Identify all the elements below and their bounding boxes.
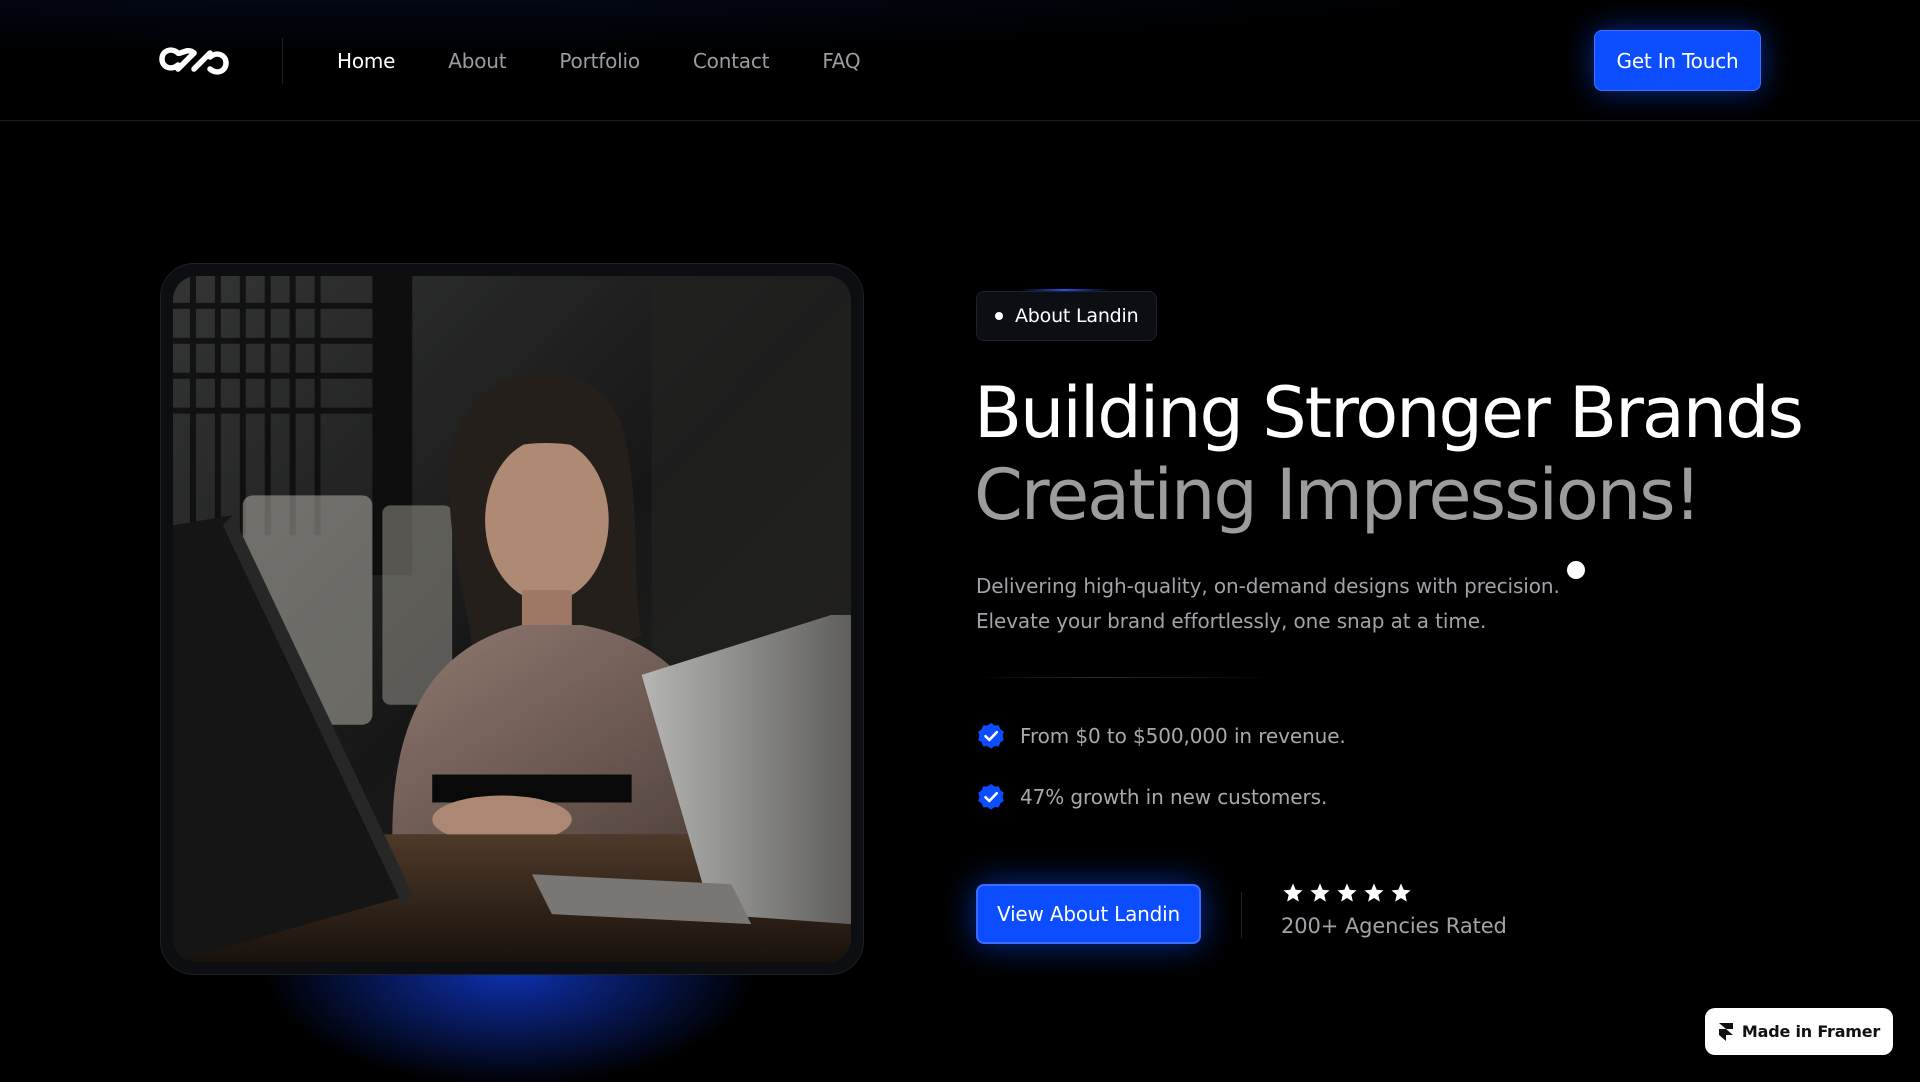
- nav-link-about[interactable]: About: [448, 47, 506, 75]
- cta-divider: [1241, 892, 1242, 938]
- headline-line-2: Creating Impressions!: [974, 454, 1702, 536]
- feature-item: 47% growth in new customers.: [976, 782, 1327, 812]
- hero-image: [173, 276, 851, 962]
- cursor-dot: [1567, 561, 1585, 579]
- nav-links: Home About Portfolio Contact FAQ: [337, 47, 913, 75]
- description-line-2: Elevate your brand effortlessly, one sna…: [976, 609, 1487, 633]
- page: Home About Portfolio Contact FAQ Get In …: [0, 0, 1920, 1082]
- nav-link-faq[interactable]: FAQ: [822, 47, 860, 75]
- framer-label: Made in Framer: [1741, 1022, 1881, 1041]
- verified-badge-icon: [978, 784, 1004, 810]
- hero-image-frame: [160, 263, 864, 975]
- image-glow: [260, 968, 760, 1082]
- hero-headline: Building Stronger Brands Creating Impres…: [974, 372, 1834, 536]
- nav-link-contact[interactable]: Contact: [693, 47, 770, 75]
- nav-link-home[interactable]: Home: [337, 47, 395, 75]
- pill-dot: [995, 312, 1003, 320]
- headline-line-1: Building Stronger Brands: [974, 372, 1804, 454]
- rating-stars: [1282, 882, 1412, 904]
- hero-description: Delivering high-quality, on-demand desig…: [976, 569, 1596, 639]
- landin-logo[interactable]: [158, 45, 230, 77]
- view-about-button[interactable]: View About Landin: [976, 884, 1201, 944]
- description-line-1: Delivering high-quality, on-demand desig…: [976, 574, 1560, 598]
- section-separator: [976, 677, 1276, 678]
- star-icon: [1391, 883, 1411, 902]
- hero-photo-illustration: [173, 276, 851, 962]
- pill-label: About Landin: [1015, 305, 1139, 327]
- star-icon: [1283, 883, 1303, 902]
- star-icon: [1364, 883, 1384, 902]
- feature-text: From $0 to $500,000 in revenue.: [1020, 724, 1346, 748]
- verified-badge-icon: [978, 723, 1004, 749]
- nav-divider: [282, 38, 283, 84]
- about-pill: About Landin: [976, 291, 1157, 341]
- star-icon: [1310, 883, 1330, 902]
- feature-item: From $0 to $500,000 in revenue.: [976, 721, 1346, 751]
- made-in-framer-badge[interactable]: Made in Framer: [1705, 1008, 1893, 1055]
- framer-icon: [1718, 1022, 1733, 1041]
- star-icon: [1337, 883, 1357, 902]
- top-nav: Home About Portfolio Contact FAQ Get In …: [0, 0, 1920, 121]
- get-in-touch-button[interactable]: Get In Touch: [1594, 30, 1761, 91]
- rating-label: 200+ Agencies Rated: [1281, 914, 1507, 938]
- feature-text: 47% growth in new customers.: [1020, 785, 1328, 809]
- nav-link-portfolio[interactable]: Portfolio: [559, 47, 640, 75]
